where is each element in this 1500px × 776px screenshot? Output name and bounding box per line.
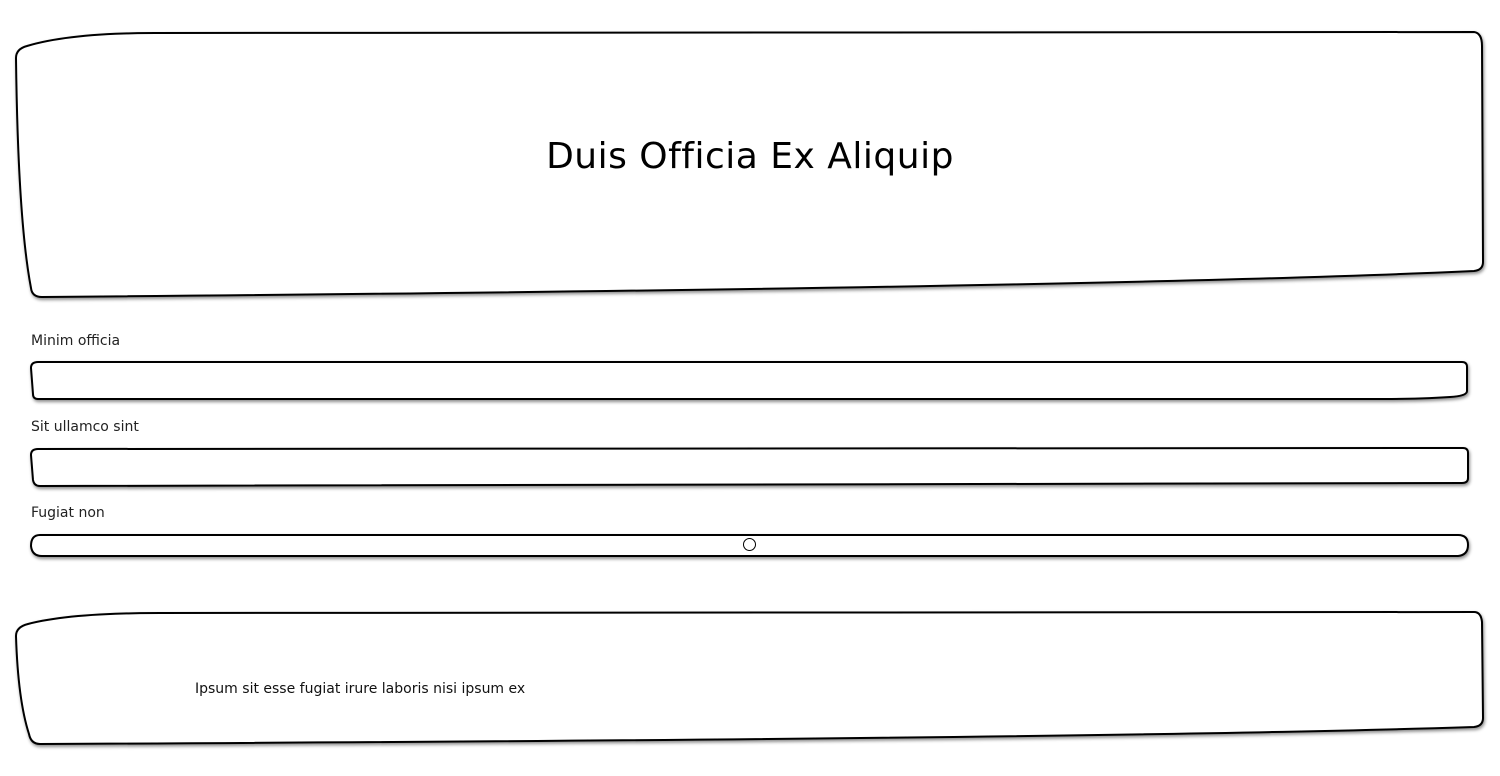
footer-text: Ipsum sit esse fugiat irure laboris nisi… <box>195 681 526 697</box>
footer-card-border <box>15 611 1484 745</box>
